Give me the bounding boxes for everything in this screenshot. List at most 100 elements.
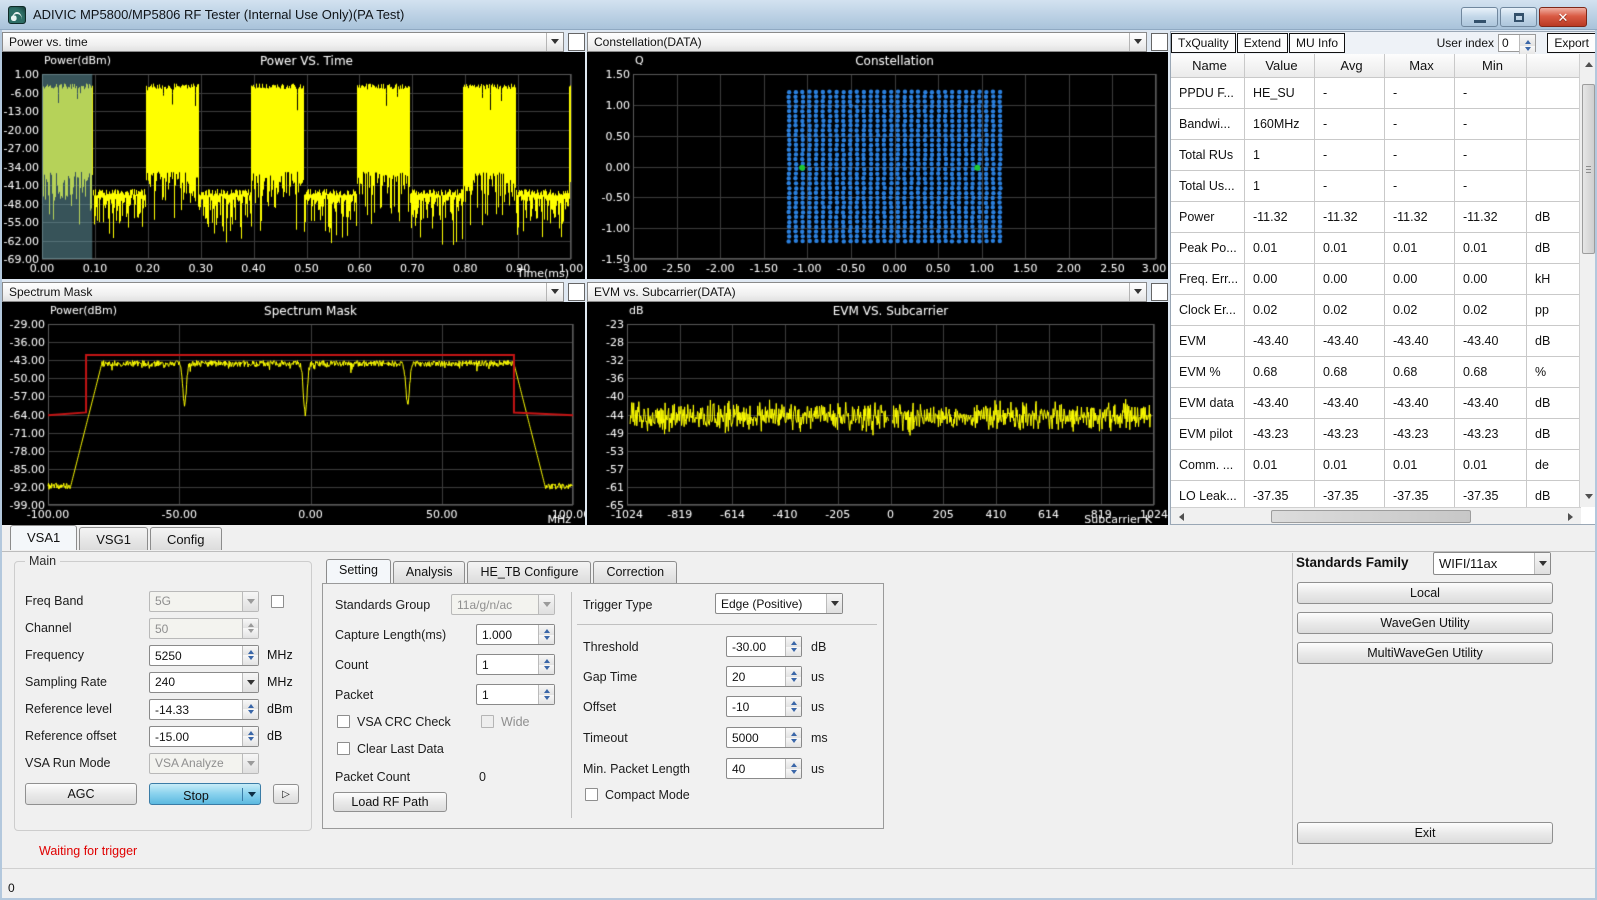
table-row[interactable]: Freq. Err...0.000.000.000.00kH: [1171, 264, 1581, 295]
table-row[interactable]: EVM %0.680.680.680.68%: [1171, 357, 1581, 388]
wavegen-utility-button[interactable]: WaveGen Utility: [1297, 612, 1553, 634]
evm-subcarrier-chart[interactable]: [587, 302, 1168, 525]
spin-down-icon[interactable]: [539, 665, 554, 675]
freq-band-select[interactable]: 5G: [149, 591, 259, 612]
maximize-button[interactable]: [1500, 7, 1537, 27]
export-button[interactable]: Export: [1547, 33, 1596, 53]
spin-up-icon[interactable]: [243, 619, 258, 629]
stop-button[interactable]: Stop: [149, 783, 261, 805]
spin-down-icon[interactable]: [786, 707, 801, 717]
threshold-stepper[interactable]: -30.00: [726, 636, 802, 657]
tab-mu-info[interactable]: MU Info: [1289, 33, 1345, 53]
scroll-down-icon[interactable]: [1585, 494, 1593, 503]
spin-down-icon[interactable]: [539, 635, 554, 645]
vsa-crc-check-checkbox[interactable]: [337, 715, 350, 728]
table-row[interactable]: Bandwi...160MHz---: [1171, 109, 1581, 140]
spin-up-icon[interactable]: [243, 727, 258, 737]
user-index-stepper[interactable]: 0: [1498, 34, 1536, 52]
agc-button[interactable]: AGC: [25, 783, 137, 805]
column-header[interactable]: Min: [1455, 54, 1527, 78]
spin-up-icon[interactable]: [539, 685, 554, 695]
min-packet-length-stepper[interactable]: 40: [726, 758, 802, 779]
minimize-button[interactable]: [1461, 7, 1498, 27]
spectrum-mask-expand-button[interactable]: [568, 283, 585, 301]
gap-time-stepper[interactable]: 20: [726, 666, 802, 687]
table-row[interactable]: EVM-43.40-43.40-43.40-43.40dB: [1171, 326, 1581, 357]
trigger-type-select[interactable]: Edge (Positive): [715, 593, 843, 614]
count-stepper[interactable]: 1: [476, 654, 555, 675]
column-header[interactable]: [1527, 54, 1581, 78]
constellation-chart[interactable]: [587, 52, 1168, 279]
spin-down-icon[interactable]: [539, 695, 554, 705]
spin-down-icon[interactable]: [786, 647, 801, 657]
spectrum-mask-chart[interactable]: [2, 302, 585, 525]
spin-down-icon[interactable]: [786, 677, 801, 687]
power-vs-time-view-select[interactable]: Power vs. time: [2, 32, 564, 52]
spin-up-icon[interactable]: [539, 655, 554, 665]
tab-extend[interactable]: Extend: [1237, 33, 1288, 53]
tab-vsg1[interactable]: VSG1: [79, 527, 148, 550]
table-row[interactable]: EVM pilot-43.23-43.23-43.23-43.23dB: [1171, 419, 1581, 450]
spin-up-icon[interactable]: [786, 637, 801, 647]
constellation-expand-button[interactable]: [1151, 33, 1168, 51]
frequency-stepper[interactable]: 5250: [149, 645, 259, 666]
offset-stepper[interactable]: -10: [726, 696, 802, 717]
capture-length-stepper[interactable]: 1.000: [476, 624, 555, 645]
vertical-scroll-thumb[interactable]: [1582, 84, 1595, 254]
scroll-left-icon[interactable]: [1175, 513, 1184, 521]
tab-analysis[interactable]: Analysis: [393, 561, 466, 583]
spin-up-icon[interactable]: [786, 728, 801, 738]
spin-up-icon[interactable]: [243, 700, 258, 710]
table-row[interactable]: Peak Po...0.010.010.010.01dB: [1171, 233, 1581, 264]
evm-subcarrier-view-select[interactable]: EVM vs. Subcarrier(DATA): [587, 282, 1147, 302]
table-row[interactable]: PPDU F...HE_SU---: [1171, 78, 1581, 109]
spin-down-icon[interactable]: [243, 709, 258, 719]
column-header[interactable]: Max: [1385, 54, 1455, 78]
column-header[interactable]: Value: [1245, 54, 1315, 78]
compact-mode-checkbox[interactable]: [585, 788, 598, 801]
table-row[interactable]: Total RUs1---: [1171, 140, 1581, 171]
horizontal-scroll-thumb[interactable]: [1271, 510, 1471, 523]
spin-up-icon[interactable]: [786, 667, 801, 677]
tab-txquality[interactable]: TxQuality: [1171, 33, 1236, 53]
spin-down-icon[interactable]: [243, 736, 258, 746]
reference-offset-stepper[interactable]: -15.00: [149, 726, 259, 747]
reference-level-stepper[interactable]: -14.33: [149, 699, 259, 720]
exit-button[interactable]: Exit: [1297, 822, 1553, 844]
power-vs-time-expand-button[interactable]: [568, 33, 585, 51]
spin-up-icon[interactable]: [786, 759, 801, 769]
standards-family-select[interactable]: WIFI/11ax: [1433, 552, 1551, 575]
table-row[interactable]: EVM data-43.40-43.40-43.40-43.40dB: [1171, 388, 1581, 419]
tab-vsa1[interactable]: VSA1: [10, 525, 77, 550]
spin-up-icon[interactable]: [786, 697, 801, 707]
spin-down-icon[interactable]: [786, 738, 801, 748]
tab-he-tb-configure[interactable]: HE_TB Configure: [467, 561, 591, 583]
table-row[interactable]: Power-11.32-11.32-11.32-11.32dB: [1171, 202, 1581, 233]
column-header[interactable]: Name: [1171, 54, 1245, 78]
table-row[interactable]: Clock Er...0.020.020.020.02pp: [1171, 295, 1581, 326]
power-vs-time-chart[interactable]: [2, 52, 585, 279]
spin-down-icon[interactable]: [243, 655, 258, 665]
standards-group-select[interactable]: 11a/g/n/ac: [451, 594, 555, 615]
spin-up-icon[interactable]: [1520, 35, 1535, 46]
timeout-stepper[interactable]: 5000: [726, 727, 802, 748]
horizontal-scrollbar[interactable]: [1171, 507, 1581, 524]
multiwavegen-utility-button[interactable]: MultiWaveGen Utility: [1297, 642, 1553, 664]
sampling-rate-select[interactable]: 240: [149, 672, 259, 693]
channel-stepper[interactable]: 50: [149, 618, 259, 639]
spectrum-mask-view-select[interactable]: Spectrum Mask: [2, 282, 564, 302]
clear-last-data-checkbox[interactable]: [337, 742, 350, 755]
tab-setting[interactable]: Setting: [326, 559, 391, 583]
spin-up-icon[interactable]: [539, 625, 554, 635]
freq-band-checkbox[interactable]: [271, 595, 284, 608]
constellation-view-select[interactable]: Constellation(DATA): [587, 32, 1147, 52]
spin-down-icon[interactable]: [243, 628, 258, 638]
table-row[interactable]: Comm. ...0.010.010.010.01de: [1171, 450, 1581, 481]
evm-subcarrier-expand-button[interactable]: [1151, 283, 1168, 301]
spin-down-icon[interactable]: [786, 769, 801, 779]
close-button[interactable]: ✕: [1539, 7, 1587, 27]
spin-up-icon[interactable]: [243, 646, 258, 656]
vsa-run-mode-select[interactable]: VSA Analyze: [149, 753, 259, 774]
packet-stepper[interactable]: 1: [476, 684, 555, 705]
scroll-up-icon[interactable]: [1585, 58, 1593, 67]
